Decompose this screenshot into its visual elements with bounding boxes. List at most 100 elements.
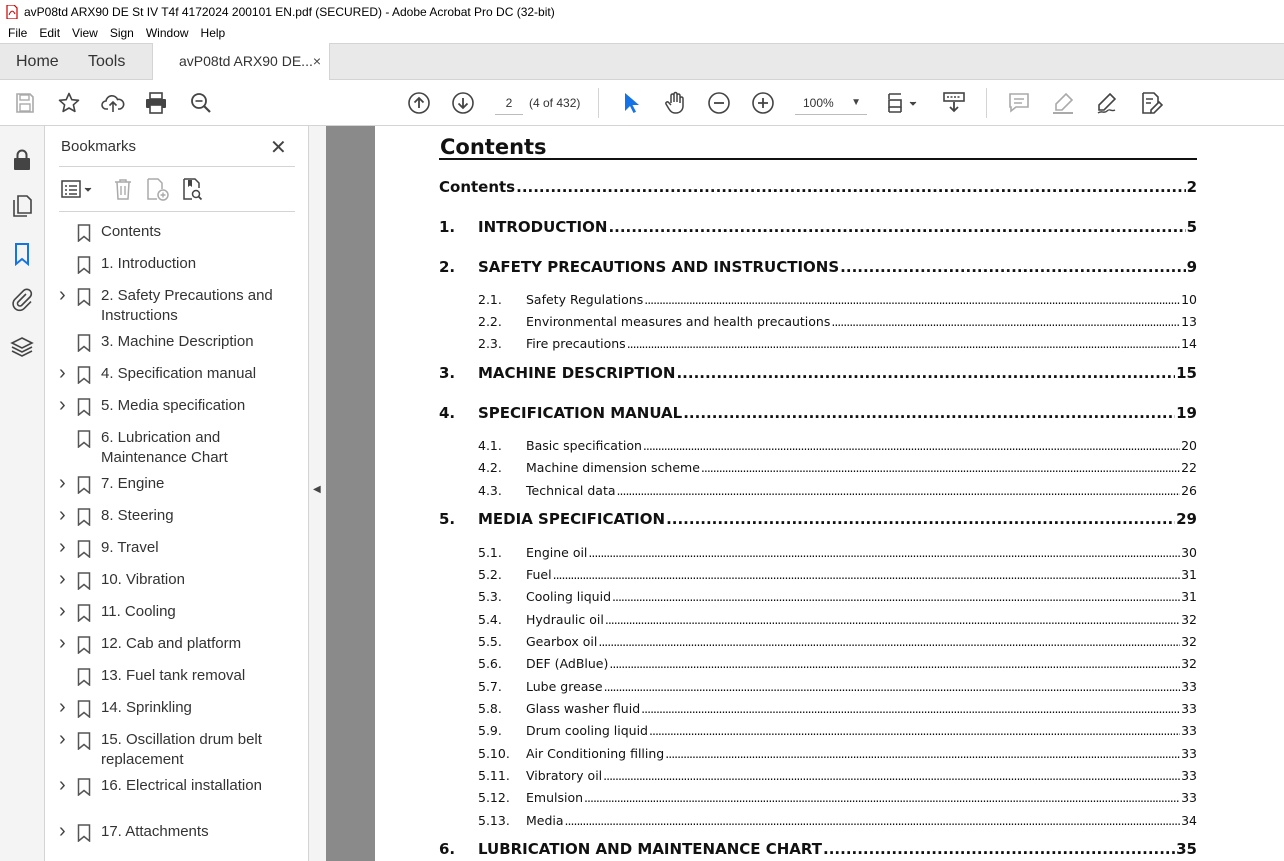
toc-entry[interactable]: 4.3. Technical data 26 bbox=[439, 483, 1197, 498]
toc-entry[interactable]: 4.2. Machine dimension scheme 22 bbox=[439, 460, 1197, 475]
save-icon[interactable] bbox=[13, 91, 37, 115]
next-page-icon[interactable] bbox=[451, 91, 475, 115]
expand-chevron-icon[interactable]: › bbox=[59, 569, 69, 589]
toc-entry-number: 6. bbox=[439, 840, 456, 858]
bookmark-label: 17. Attachments bbox=[101, 823, 209, 840]
scroll-mode-icon[interactable] bbox=[942, 91, 966, 115]
comment-icon[interactable] bbox=[1007, 91, 1031, 115]
hand-tool-icon[interactable] bbox=[663, 91, 687, 115]
menu-help[interactable]: Help bbox=[195, 26, 232, 40]
tab-home[interactable]: Home bbox=[16, 44, 59, 80]
toc-entry[interactable]: 2.2. Environmental measures and health pr… bbox=[439, 314, 1197, 329]
find-bookmark-icon[interactable] bbox=[180, 177, 204, 201]
zoom-out-icon[interactable] bbox=[707, 91, 731, 115]
lock-icon[interactable] bbox=[10, 148, 34, 172]
toc-entry[interactable]: 5.5. Gearbox oil 32 bbox=[439, 634, 1197, 649]
print-icon[interactable] bbox=[144, 91, 168, 115]
toc-entry-title: Media bbox=[526, 813, 564, 828]
toc-entry[interactable]: 5.7. Lube grease 33 bbox=[439, 679, 1197, 694]
zoom-in-icon[interactable] bbox=[751, 91, 775, 115]
page-fit-icon[interactable] bbox=[886, 91, 920, 115]
toc-entry[interactable]: 5.10. Air Conditioning filling 33 bbox=[439, 746, 1197, 761]
toc-entry[interactable]: 5.1. Engine oil 30 bbox=[439, 545, 1197, 560]
toc-entry[interactable]: 2.1. Safety Regulations 10 bbox=[439, 292, 1197, 307]
bookmark-star-icon[interactable] bbox=[57, 91, 81, 115]
expand-chevron-icon[interactable]: › bbox=[59, 601, 69, 621]
attachment-icon[interactable] bbox=[10, 288, 34, 312]
zoom-level-select[interactable]: 100% ▼ bbox=[795, 91, 867, 115]
expand-chevron-icon[interactable]: › bbox=[59, 395, 69, 415]
menu-file[interactable]: File bbox=[2, 26, 33, 40]
menu-edit[interactable]: Edit bbox=[33, 26, 66, 40]
toc-entry[interactable]: 5.8. Glass washer fluid 33 bbox=[439, 701, 1197, 716]
pages-icon[interactable] bbox=[10, 194, 34, 218]
expand-chevron-icon[interactable]: › bbox=[59, 285, 69, 305]
toc-entry[interactable]: 3. MACHINE DESCRIPTION 15 bbox=[439, 364, 1197, 382]
toc-entry-number: 5.13. bbox=[478, 813, 510, 828]
tab-document[interactable]: avP08td ARX90 DE... × bbox=[152, 43, 330, 81]
bookmark-icon bbox=[77, 224, 91, 243]
upload-icon[interactable] bbox=[101, 91, 125, 115]
bookmark-icon bbox=[77, 636, 91, 655]
delete-bookmark-icon[interactable] bbox=[111, 177, 135, 201]
toc-entry[interactable]: 5.4. Hydraulic oil 32 bbox=[439, 612, 1197, 627]
tab-close-button[interactable]: × bbox=[313, 43, 321, 80]
toc-leader-dots bbox=[553, 567, 1181, 582]
expand-chevron-icon[interactable]: › bbox=[59, 473, 69, 493]
expand-chevron-icon[interactable]: › bbox=[59, 537, 69, 557]
new-bookmark-icon[interactable] bbox=[145, 177, 169, 201]
toc-entry-title: Emulsion bbox=[526, 790, 584, 805]
close-icon[interactable]: ✕ bbox=[270, 135, 287, 160]
toc-entry-number: 5.12. bbox=[478, 790, 510, 805]
search-zoom-icon[interactable] bbox=[189, 91, 213, 115]
toc-entry[interactable]: 4. SPECIFICATION MANUAL 19 bbox=[439, 404, 1197, 422]
toc-entry[interactable]: 5.13. Media 34 bbox=[439, 813, 1197, 828]
toc-entry[interactable]: 6. LUBRICATION AND MAINTENANCE CHART 35 bbox=[439, 840, 1197, 858]
toc-entry[interactable]: 1. INTRODUCTION 5 bbox=[439, 218, 1197, 236]
toc-entry-title: Hydraulic oil bbox=[526, 612, 604, 627]
toc-entry-page: 33 bbox=[1181, 768, 1197, 783]
toc-entry[interactable]: Contents 2 bbox=[439, 178, 1197, 196]
bookmark-label: 5. Media specification bbox=[101, 397, 246, 414]
toc-entry[interactable]: 5.12. Emulsion 33 bbox=[439, 790, 1197, 805]
toc-entry[interactable]: 5.11. Vibratory oil 33 bbox=[439, 768, 1197, 783]
toc-entry[interactable]: 5.6. DEF (AdBlue) 32 bbox=[439, 656, 1197, 671]
document-viewport[interactable]: Contents Contents 2 1. INTRODUCTION 5 2. SAFET… bbox=[326, 126, 1284, 861]
menu-view[interactable]: View bbox=[66, 26, 104, 40]
toc-entry[interactable]: 5.9. Drum cooling liquid 33 bbox=[439, 723, 1197, 738]
fill-sign-icon[interactable] bbox=[1139, 91, 1163, 115]
menu-window[interactable]: Window bbox=[140, 26, 195, 40]
toc-entry-page: 33 bbox=[1181, 679, 1197, 694]
toc-entry[interactable]: 2. SAFETY PRECAUTIONS AND INSTRUCTIONS 9 bbox=[439, 258, 1197, 276]
menu-sign[interactable]: Sign bbox=[104, 26, 140, 40]
expand-chevron-icon[interactable]: › bbox=[59, 775, 69, 795]
bookmark-label: 13. Fuel tank removal bbox=[101, 667, 246, 684]
expand-chevron-icon[interactable]: › bbox=[59, 729, 69, 749]
toc-entry[interactable]: 4.1. Basic specification 20 bbox=[439, 438, 1197, 453]
toc-entry-page: 26 bbox=[1181, 483, 1197, 498]
panel-collapse-strip[interactable]: ◀ bbox=[308, 126, 326, 861]
expand-chevron-icon[interactable]: › bbox=[59, 363, 69, 383]
title-bar: avP08td ARX90 DE St IV T4f 4172024 20010… bbox=[0, 0, 1284, 23]
bookmark-icon[interactable] bbox=[10, 242, 34, 266]
toc-entry-number: 5.3. bbox=[478, 589, 502, 604]
toc-entry[interactable]: 5. MEDIA SPECIFICATION 29 bbox=[439, 510, 1197, 528]
collapse-panel-icon[interactable]: ◀ bbox=[313, 484, 321, 495]
expand-chevron-icon[interactable]: › bbox=[59, 505, 69, 525]
expand-chevron-icon[interactable]: › bbox=[59, 697, 69, 717]
toolbar-divider bbox=[598, 88, 599, 118]
toc-entry[interactable]: 5.2. Fuel 31 bbox=[439, 567, 1197, 582]
expand-chevron-icon[interactable]: › bbox=[59, 633, 69, 653]
layers-icon[interactable] bbox=[10, 335, 34, 359]
expand-chevron-icon[interactable]: › bbox=[59, 821, 69, 841]
select-cursor-icon[interactable] bbox=[619, 91, 643, 115]
toc-entry-title: Air Conditioning filling bbox=[526, 746, 665, 761]
prev-page-icon[interactable] bbox=[407, 91, 431, 115]
tab-tools[interactable]: Tools bbox=[88, 44, 125, 80]
toc-entry[interactable]: 2.3. Fire precautions 14 bbox=[439, 336, 1197, 351]
highlight-icon[interactable] bbox=[1051, 91, 1075, 115]
draw-sign-icon[interactable] bbox=[1095, 91, 1119, 115]
bookmark-options-icon[interactable] bbox=[60, 177, 94, 201]
toc-entry[interactable]: 5.3. Cooling liquid 31 bbox=[439, 589, 1197, 604]
page-number-input[interactable] bbox=[495, 91, 523, 115]
